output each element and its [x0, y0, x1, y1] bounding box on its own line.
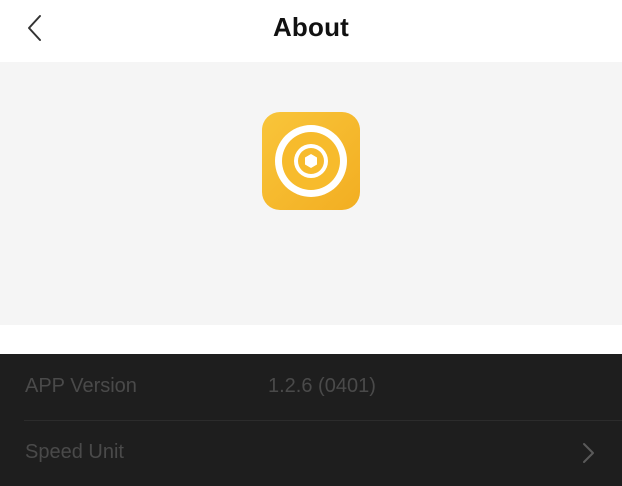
app-version-label: APP Version [25, 375, 137, 397]
page-title: About [272, 12, 350, 42]
app-info-banner [0, 62, 622, 325]
camera-aperture-app-icon [262, 112, 360, 210]
speed-unit-row[interactable]: Speed Unit [0, 420, 622, 486]
app-version-value: 1.2.6 (0401) [268, 375, 376, 397]
chevron-right-icon [583, 443, 594, 463]
settings-list: APP Version 1.2.6 (0401) Speed Unit [0, 354, 622, 486]
navigation-header: About [0, 0, 622, 62]
app-version-row: APP Version 1.2.6 (0401) [0, 354, 622, 420]
section-spacer [0, 325, 622, 354]
speed-unit-label: Speed Unit [25, 441, 124, 463]
